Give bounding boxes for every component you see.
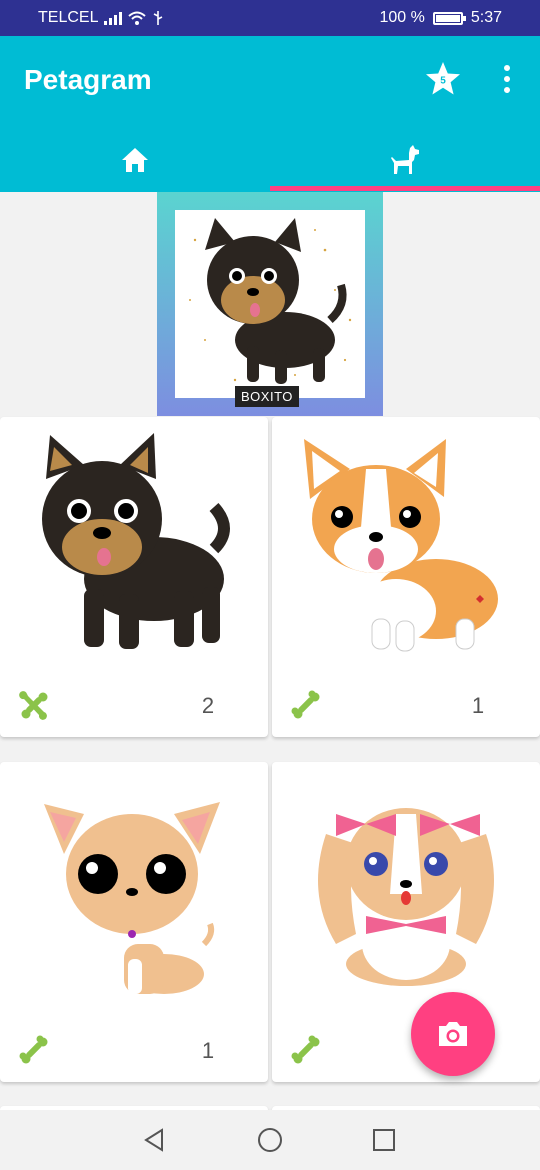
pet-card: 1 [0,762,268,1082]
pet-photo[interactable] [296,429,516,653]
back-icon[interactable] [138,1124,170,1156]
pet-photo[interactable] [296,774,516,998]
battery-percent: 100 % [379,9,425,26]
like-count: 1 [471,693,485,718]
home-circle-icon[interactable] [254,1124,286,1156]
bone-like-icon[interactable] [290,689,322,721]
bone-like-icon[interactable] [18,689,50,721]
pet-photo[interactable] [24,429,244,653]
tab-pets[interactable] [270,128,540,192]
battery-icon [432,11,466,25]
tab-indicator [270,186,540,191]
profile-name-label: BOXITO [235,386,299,407]
camera-icon [439,1022,467,1046]
bone-like-icon[interactable] [18,1034,50,1066]
home-icon [122,148,148,172]
app-title: Petagram [24,64,152,95]
favorites-star-button[interactable]: 5 [424,60,462,98]
pet-card [272,762,540,1082]
profile-photo-frame [175,210,365,398]
like-count: 2 [201,693,215,718]
status-bar: TELCEL 100 % 5:37 [0,0,540,36]
pet-photo[interactable] [24,774,244,998]
wifi-icon [128,11,147,25]
pet-card: 2 [0,417,268,737]
favorites-badge: 5 [440,76,446,87]
app-bar: Petagram 5 [0,36,540,192]
profile-photo: BOXITO [157,192,383,416]
bone-like-icon[interactable] [290,1034,322,1066]
carrier-name: TELCEL [38,9,99,26]
usb-icon [154,11,163,25]
signal-icon [104,11,123,25]
recents-square-icon[interactable] [368,1124,400,1156]
clock: 5:37 [470,9,502,26]
yorkie-illustration [189,218,352,384]
dog-icon [391,145,419,174]
system-navigation-bar [0,1110,540,1170]
camera-fab-button[interactable] [411,992,495,1076]
overflow-menu-button[interactable] [496,62,518,96]
like-count: 1 [201,1038,215,1063]
pet-card: 1 [272,417,540,737]
tab-home[interactable] [0,128,270,192]
